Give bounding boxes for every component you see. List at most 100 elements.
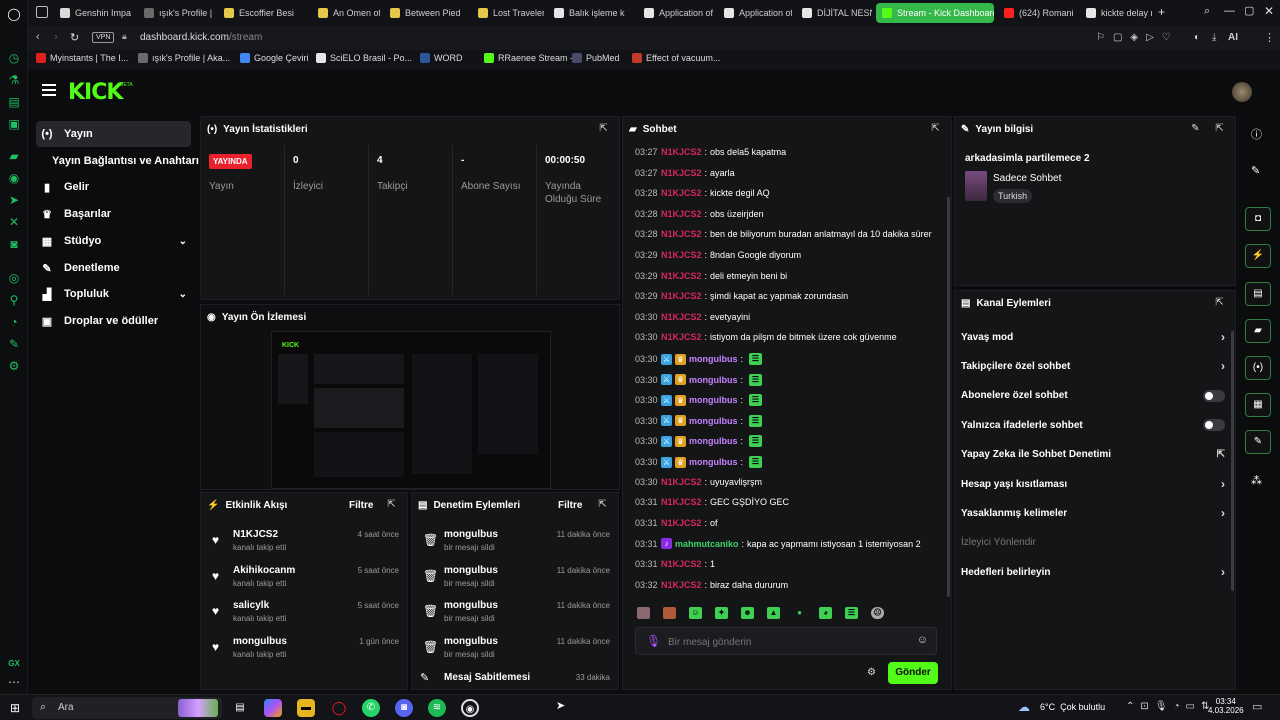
telegram-icon[interactable]: ➤ [6,192,22,208]
browser-tab[interactable]: Balık işleme k [548,3,634,23]
bookmark-item[interactable]: ışık's Profile | Aka... [138,53,230,63]
message-username[interactable]: N1KJCS2 [661,209,702,219]
activity-row[interactable]: ♥ salicylk kanalı takip etti 5 saat önce [209,600,399,634]
whatsapp-icon[interactable]: ◉ [6,170,22,186]
popout-icon[interactable]: ⇱ [597,499,608,510]
channel-action-item[interactable]: Takipçilere özel sohbet › [961,356,1229,376]
discord-icon[interactable]: ◙ [6,236,22,252]
browser-tab[interactable]: Between Pied [384,3,468,23]
chat-message[interactable]: 03:27 N1KJCS2: ayarla [635,168,735,178]
message-username[interactable]: N1KJCS2 [661,147,702,157]
message-username[interactable]: mongulbus [689,436,738,446]
lightning-icon[interactable]: ⚡ [1245,244,1271,268]
clip-icon[interactable]: ◘ [1245,207,1271,231]
browser-tab[interactable]: An Omen of A [312,3,380,23]
message-username[interactable]: mongulbus [689,375,738,385]
browser-tab[interactable]: kickte delay n [1080,3,1152,23]
discord-icon[interactable]: ◙ [395,699,413,717]
emote-icon[interactable]: ☺ [689,607,702,619]
browser-tab[interactable]: Application of [638,3,714,23]
flask-icon[interactable]: ⚗ [6,72,22,88]
settings-gear-icon[interactable]: ⚙ [6,358,22,374]
moderation-row[interactable]: 🗑︎ mongulbus bir mesajı sildi 11 dakika önc… [420,600,610,634]
broadcast-icon[interactable]: (•) [1245,356,1271,380]
gx-corner-icon[interactable]: ▣ [6,116,22,132]
channel-action-item[interactable]: Yalnızca ifadelerle sohbet [961,415,1229,435]
chat-message[interactable]: 03:30 ⚔ ♛ mongulbus: ☰ [635,394,763,407]
nav-item-achievements[interactable]: ♛ Başarılar [36,201,191,227]
message-username[interactable]: N1KJCS2 [661,497,702,507]
document-icon[interactable]: ▤ [1245,282,1271,306]
channel-action-item[interactable]: Yapay Zeka ile Sohbet Denetimi ⇱ [961,445,1229,465]
nav-item-stream-key[interactable]: Yayın Bağlantısı ve Anahtarı [48,148,199,174]
moderation-filter-button[interactable]: Filtre [558,500,582,511]
browser-tab[interactable]: Genshin Impa [54,3,134,23]
chat-scrollbar[interactable] [947,197,950,597]
task-view-icon[interactable]: ▤ [231,699,249,717]
bookmark-item[interactable]: SciELO Brasil - Po... [316,53,412,63]
chat-message[interactable]: 03:30 ⚔ ♛ mongulbus: ☰ [635,414,763,427]
chat-message[interactable]: 03:28 N1KJCS2: obs üzeirjden [635,209,764,219]
x-twitter-icon[interactable]: ✕ [6,214,22,230]
url-field[interactable]: dashboard.kick.com/stream [140,32,262,43]
message-username[interactable]: mahmutcaniko [675,539,739,549]
chat-settings-icon[interactable]: ⚙ [867,667,876,678]
message-username[interactable]: mongulbus [689,354,738,364]
emote-icon[interactable] [637,607,650,619]
chat-message[interactable]: 03:27 N1KJCS2: obs dela5 kapatma [635,147,786,157]
weather-text[interactable]: 6°C Çok bulutlu [1040,702,1105,712]
popout-icon[interactable]: ⇱ [386,499,397,510]
nav-item-revenue[interactable]: ▮ Gelir [36,174,191,200]
chat-message[interactable]: 03:31 N1KJCS2:1 [635,559,715,569]
wrench-icon[interactable]: ✎ [1245,430,1271,454]
chat-message[interactable]: 03:31 N1KJCS2: of [635,518,718,528]
twitch-icon[interactable]: ▰ [6,148,22,164]
message-username[interactable]: N1KJCS2 [661,291,702,301]
edit-icon[interactable]: ✎ [1251,164,1260,177]
bookmark-item[interactable]: PubMed [572,53,620,63]
channel-action-item[interactable]: Hedefleri belirleyin › [961,562,1229,582]
message-username[interactable]: N1KJCS2 [661,580,702,590]
bookmark-item[interactable]: WORD [420,53,463,63]
more-icon[interactable]: ⋯ [6,674,22,690]
vpn-badge[interactable]: VPN [92,32,115,43]
extensions-icon[interactable]: ✎ [6,336,22,352]
nav-item-moderation[interactable]: ✎ Denetleme [36,255,191,281]
history-icon[interactable]: ◷ [6,50,22,66]
message-username[interactable]: N1KJCS2 [661,271,702,281]
preview-video[interactable]: KICK [271,331,551,489]
file-explorer-icon[interactable]: ▬ [297,699,315,717]
chat-message[interactable]: 03:30 ⚔ ♛ mongulbus: ☰ [635,373,763,386]
emote-icon[interactable]: ✦ [715,607,728,619]
message-username[interactable]: N1KJCS2 [661,250,702,260]
message-username[interactable]: N1KJCS2 [661,312,702,322]
message-username[interactable]: mongulbus [689,416,738,426]
copilot-icon[interactable] [264,699,282,717]
chat-message[interactable]: 03:29 N1KJCS2:8ndan Google diyorum [635,250,801,260]
actions-scrollbar[interactable] [1231,331,1234,591]
spotify-icon[interactable]: ≋ [428,699,446,717]
browser-tab[interactable]: Lost Traveler [472,3,544,23]
microphone-icon[interactable]: 🎙︎ [646,634,661,648]
moderation-row[interactable]: 🗑︎ mongulbus bir mesajı sildi 11 dakika önc… [420,636,610,670]
search-tabs-icon[interactable]: ⌕ [1204,5,1210,18]
language-tag[interactable]: Turkish [993,189,1033,203]
message-username[interactable]: mongulbus [689,395,738,405]
minimize-icon[interactable]: — [1224,5,1235,17]
chat-message[interactable]: 03:30 N1KJCS2: istiyom da pilşm de bitmek … [635,332,897,342]
message-username[interactable]: N1KJCS2 [661,518,702,528]
kick-logo[interactable]: KICK [68,80,123,105]
chat-message-input[interactable] [668,634,908,650]
address-actions-icons[interactable]: ⚐▢◈▷♡ [1096,32,1179,43]
back-icon[interactable]: ‹ [36,31,40,43]
emote-icon[interactable] [663,607,676,619]
reload-icon[interactable]: ↻ [70,31,79,44]
activity-row[interactable]: ♥ mongulbus kanalı takip etti 1 gün önce [209,636,399,670]
chat-message[interactable]: 03:30 N1KJCS2: evetyayini [635,312,750,322]
chat-message[interactable]: 03:32 N1KJCS2: biraz daha dururum [635,580,788,590]
activity-row[interactable]: ♥ N1KJCS2 kanalı takip etti 4 saat önce [209,529,399,563]
info-icon[interactable]: ⓘ [1251,126,1262,142]
popout-icon[interactable]: ⇱ [1214,123,1225,134]
tray-icons[interactable]: ⌃⊡🎙︎◔▭⇅ [1126,701,1215,712]
browser-tab[interactable]: Stream - Kick Dashboard [876,3,994,23]
